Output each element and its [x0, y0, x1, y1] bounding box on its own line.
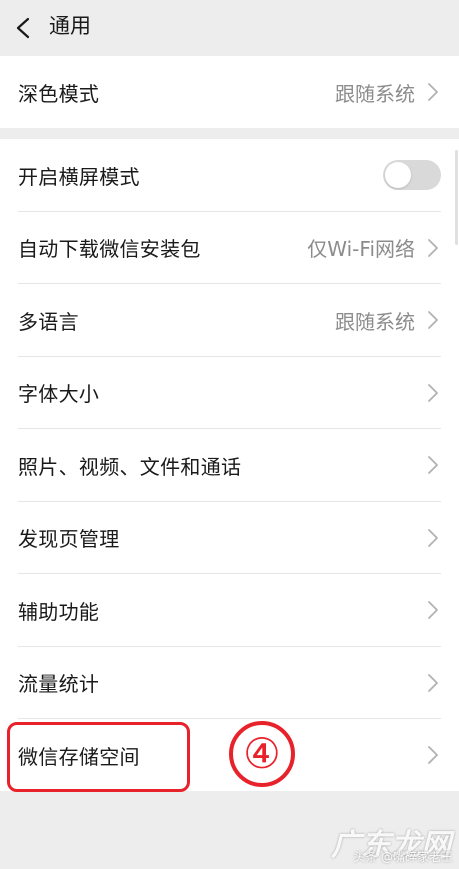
- watermark-caption: 头条 @嘴碎家老王: [353, 850, 453, 864]
- setting-row-language[interactable]: 多语言 跟随系统: [0, 284, 459, 357]
- chevron-right-icon: [428, 456, 438, 475]
- chevron-left-icon[interactable]: [12, 16, 36, 40]
- setting-value: 跟随系统: [335, 81, 415, 106]
- chevron-right-icon: [428, 238, 438, 257]
- settings-group-display: 深色模式 跟随系统: [0, 56, 459, 128]
- chevron-right-icon: [428, 383, 438, 402]
- setting-row-auto-download[interactable]: 自动下载微信安装包 仅Wi-Fi网络: [0, 212, 459, 285]
- chevron-right-icon: [428, 311, 438, 330]
- setting-value: 仅Wi-Fi网络: [307, 237, 415, 262]
- setting-row-storage[interactable]: 微信存储空间: [0, 719, 459, 792]
- nav-header: 通用: [0, 0, 459, 56]
- setting-row-dark-mode[interactable]: 深色模式 跟随系统: [0, 56, 459, 128]
- settings-group-general: 开启横屏模式 自动下载微信安装包 仅Wi-Fi网络 多语言 跟随系统 字体大小: [0, 139, 459, 791]
- watermark-logo-text: 广东龙网: [331, 828, 451, 863]
- setting-label: 辅助功能: [18, 599, 100, 624]
- setting-row-discover-management[interactable]: 发现页管理: [0, 502, 459, 575]
- landscape-toggle[interactable]: [383, 160, 441, 191]
- setting-row-data-usage[interactable]: 流量统计: [0, 647, 459, 720]
- setting-row-font-size[interactable]: 字体大小: [0, 357, 459, 430]
- settings-general-page: 通用 深色模式 跟随系统 开启横屏模式 自动下载微信安装包 仅Wi-Fi网络 多…: [0, 0, 459, 869]
- setting-row-landscape-mode: 开启横屏模式: [0, 139, 459, 212]
- setting-label: 照片、视频、文件和通话: [18, 454, 242, 479]
- setting-row-accessibility[interactable]: 辅助功能: [0, 574, 459, 647]
- scrollbar[interactable]: [455, 150, 458, 245]
- setting-label: 发现页管理: [18, 527, 120, 552]
- chevron-right-icon: [428, 601, 438, 620]
- chevron-right-icon: [428, 528, 438, 547]
- setting-label: 自动下载微信安装包: [18, 237, 201, 262]
- setting-label: 多语言: [18, 309, 79, 334]
- toggle-knob: [385, 162, 411, 189]
- chevron-right-icon: [428, 83, 438, 101]
- setting-row-media[interactable]: 照片、视频、文件和通话: [0, 429, 459, 502]
- setting-value: 跟随系统: [335, 309, 415, 334]
- setting-label: 深色模式: [18, 81, 100, 106]
- setting-label: 开启横屏模式: [18, 164, 140, 189]
- chevron-right-icon: [428, 746, 438, 765]
- setting-label: 字体大小: [18, 382, 100, 407]
- watermark: 广东龙网 头条 @嘴碎家老王: [320, 818, 459, 869]
- chevron-right-icon: [428, 673, 438, 692]
- setting-label: 微信存储空间: [18, 744, 140, 769]
- page-title: 通用: [49, 14, 91, 38]
- setting-label: 流量统计: [18, 672, 100, 697]
